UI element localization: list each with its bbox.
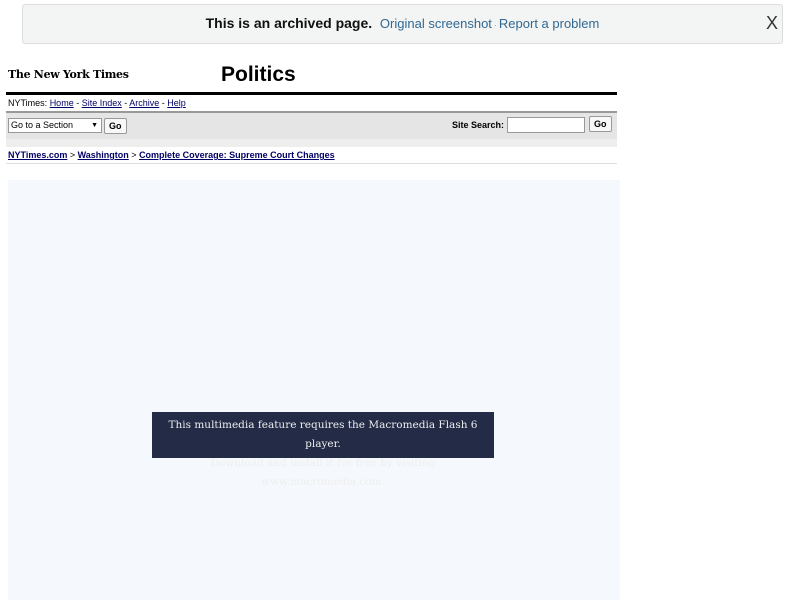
nav-site-index[interactable]: Site Index bbox=[82, 98, 122, 108]
top-nav: NYTimes: Home - Site Index - Archive - H… bbox=[8, 98, 186, 108]
flash-notice-line: Download and install it for free by visi… bbox=[210, 457, 436, 488]
divider bbox=[6, 92, 617, 95]
breadcrumb-washington[interactable]: Washington bbox=[78, 150, 129, 160]
site-search-input[interactable] bbox=[507, 117, 585, 133]
breadcrumb-nytimes[interactable]: NYTimes.com bbox=[8, 150, 67, 160]
breadcrumb: NYTimes.com > Washington > Complete Cove… bbox=[8, 150, 335, 160]
section-select[interactable]: Go to a Section ▼ bbox=[8, 118, 102, 133]
report-problem-link[interactable]: Report a problem bbox=[499, 16, 599, 31]
search-go-button[interactable]: Go bbox=[589, 116, 612, 132]
nav-home[interactable]: Home bbox=[50, 98, 74, 108]
nav-archive[interactable]: Archive bbox=[129, 98, 159, 108]
separator: · bbox=[493, 20, 497, 30]
site-search-label: Site Search: bbox=[452, 120, 505, 130]
toolbar: Go to a Section ▼ Go Site Search: Go bbox=[6, 111, 617, 139]
original-screenshot-link[interactable]: Original screenshot bbox=[380, 16, 492, 31]
section-select-value: Go to a Section bbox=[11, 120, 74, 130]
close-icon[interactable]: X bbox=[766, 5, 778, 41]
nyt-logo[interactable]: The New York Times bbox=[8, 68, 129, 81]
dropdown-arrow-icon: ▼ bbox=[91, 122, 98, 129]
archive-banner: This is an archived page. Original scree… bbox=[22, 4, 783, 44]
nav-prefix: NYTimes: bbox=[8, 98, 48, 108]
flash-area: This multimedia feature requires the Mac… bbox=[8, 180, 620, 600]
section-go-button[interactable]: Go bbox=[104, 118, 127, 134]
archive-message: This is an archived page. bbox=[205, 15, 373, 31]
separator: > bbox=[67, 150, 78, 160]
separator: > bbox=[128, 150, 140, 160]
flash-notice-line: This multimedia feature requires the Mac… bbox=[168, 419, 478, 450]
flash-notice[interactable]: This multimedia feature requires the Mac… bbox=[152, 412, 494, 488]
breadcrumb-complete-coverage[interactable]: Complete Coverage: Supreme Court Changes bbox=[139, 150, 335, 160]
separator: - bbox=[73, 98, 82, 108]
divider bbox=[6, 163, 617, 164]
nav-help[interactable]: Help bbox=[167, 98, 186, 108]
divider bbox=[6, 139, 617, 147]
page-title: Politics bbox=[221, 63, 296, 86]
